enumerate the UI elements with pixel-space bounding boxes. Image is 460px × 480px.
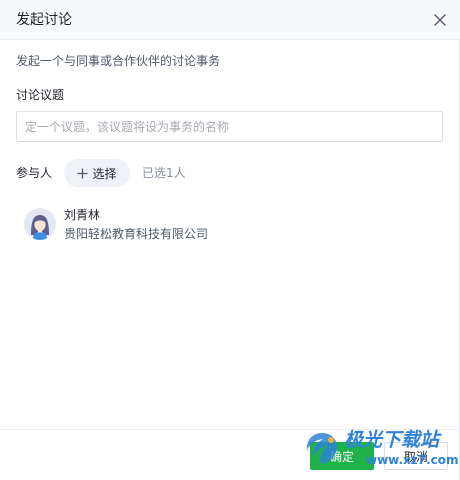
avatar: [24, 208, 56, 240]
topic-input[interactable]: [16, 111, 443, 142]
participant-item: 刘青林 贵阳轻松教育科技有限公司: [24, 208, 324, 242]
confirm-button[interactable]: 确定: [310, 442, 374, 470]
dialog-header: 发起讨论: [0, 0, 460, 40]
dialog-title: 发起讨论: [16, 12, 72, 28]
participant-org: 贵阳轻松教育科技有限公司: [64, 227, 209, 241]
dialog-footer: 确定 取消: [0, 429, 460, 480]
close-icon[interactable]: [430, 10, 450, 30]
select-button-label: 选择: [92, 166, 117, 181]
dialog-subtitle: 发起一个与同事或合作伙伴的讨论事务: [16, 54, 221, 68]
participant-name: 刘青林: [64, 208, 101, 222]
selected-count: 已选1人: [142, 166, 186, 180]
participants-label: 参与人: [16, 166, 53, 180]
cancel-button[interactable]: 取消: [384, 442, 448, 470]
select-participants-button[interactable]: 选择: [64, 159, 130, 187]
plus-icon: [77, 167, 89, 179]
topic-label: 讨论议题: [16, 88, 65, 102]
discussion-dialog: 发起讨论 发起一个与同事或合作伙伴的讨论事务 讨论议题 参与人 选择 已选1人: [0, 0, 460, 480]
